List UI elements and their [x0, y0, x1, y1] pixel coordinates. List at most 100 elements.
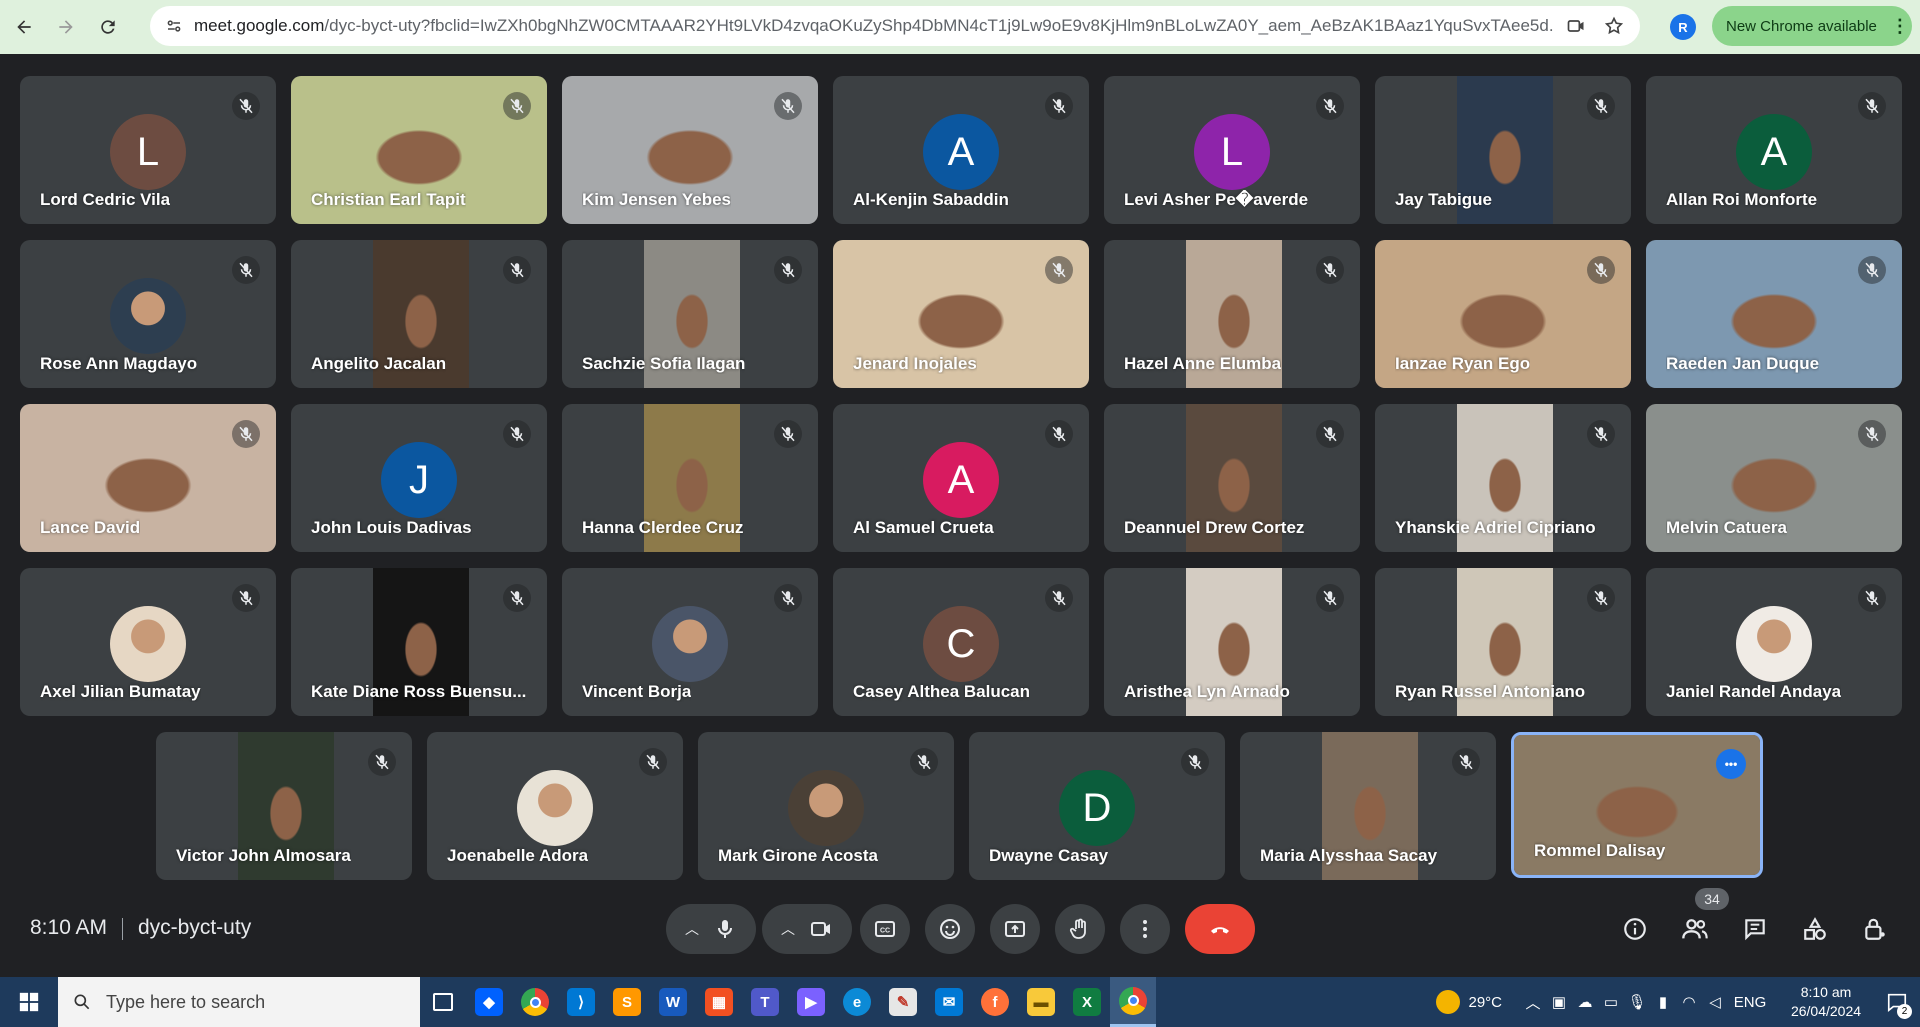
participant-tile[interactable]: Jenard Inojales [833, 240, 1089, 388]
participant-tile[interactable]: Aristhea Lyn Arnado [1104, 568, 1360, 716]
participant-tile[interactable]: Melvin Catuera [1646, 404, 1902, 552]
chevron-up-icon[interactable]: ︿ [685, 919, 699, 939]
videocam-icon[interactable] [809, 917, 833, 941]
reload-icon[interactable] [90, 9, 126, 45]
notification-center[interactable]: 2 [1874, 977, 1920, 1027]
meeting-details-button[interactable] [1610, 904, 1660, 954]
participant-tile[interactable]: A Al-Kenjin Sabaddin [833, 76, 1089, 224]
taskbar-search[interactable]: Type here to search [58, 977, 420, 1027]
battery-icon[interactable]: ▮ [1650, 977, 1676, 1027]
participant-tile[interactable]: Sachzie Sofia Ilagan [562, 240, 818, 388]
participant-tile[interactable]: Axel Jilian Bumatay [20, 568, 276, 716]
site-info-icon[interactable] [158, 10, 190, 42]
participant-tile[interactable]: C Casey Althea Balucan [833, 568, 1089, 716]
participant-tile[interactable]: Yhanskie Adriel Cipriano [1375, 404, 1631, 552]
participant-tile[interactable]: Deannuel Drew Cortez [1104, 404, 1360, 552]
participant-tile[interactable]: Mark Girone Acosta [698, 732, 954, 880]
participant-tile[interactable]: Ianzae Ryan Ego [1375, 240, 1631, 388]
new-chrome-available-button[interactable]: New Chrome available ⋮ [1712, 6, 1912, 46]
people-button[interactable] [1670, 904, 1720, 954]
participant-tile[interactable]: Hazel Anne Elumba [1104, 240, 1360, 388]
weather-sun-icon [1436, 990, 1461, 1014]
chevron-up-icon[interactable]: ︿ [781, 919, 795, 939]
forward-arrow-icon[interactable] [48, 9, 84, 45]
task-view-icon[interactable] [420, 977, 466, 1027]
participant-tile[interactable]: Janiel Randel Andaya [1646, 568, 1902, 716]
screen-icon[interactable]: ▭ [1598, 977, 1624, 1027]
wifi-icon[interactable]: ◠ [1676, 977, 1702, 1027]
captions-button[interactable]: CC [860, 904, 910, 954]
camera-control[interactable]: ︿ [762, 904, 852, 954]
participant-tile[interactable]: Ryan Russel Antoniano [1375, 568, 1631, 716]
more-vert-icon[interactable]: ⋮ [1891, 16, 1909, 37]
participant-tile[interactable]: Raeden Jan Duque [1646, 240, 1902, 388]
participant-tile[interactable]: A Al Samuel Crueta [833, 404, 1089, 552]
firefox-icon[interactable]: f [972, 977, 1018, 1027]
participant-tile[interactable]: L Levi Asher Pe�averde [1104, 76, 1360, 224]
participant-tile[interactable]: J John Louis Dadivas [291, 404, 547, 552]
participant-tile[interactable]: Kim Jensen Yebes [562, 76, 818, 224]
microsoft-store-icon[interactable]: ▦ [696, 977, 742, 1027]
excel-icon[interactable]: X [1064, 977, 1110, 1027]
participant-tile[interactable]: L Lord Cedric Vila [20, 76, 276, 224]
participant-name: Al Samuel Crueta [853, 518, 994, 537]
participant-tile[interactable]: Hanna Clerdee Cruz [562, 404, 818, 552]
copilot-icon[interactable]: ▶ [788, 977, 834, 1027]
chat-button[interactable] [1730, 904, 1780, 954]
host-controls-button[interactable] [1850, 904, 1900, 954]
present-screen-button[interactable] [990, 904, 1040, 954]
participant-tile[interactable]: Rose Ann Magdayo [20, 240, 276, 388]
more-options-icon[interactable]: ••• [1716, 749, 1746, 779]
participant-tile[interactable]: Maria Alysshaa Sacay [1240, 732, 1496, 880]
onedrive-icon[interactable]: ☁ [1572, 977, 1598, 1027]
vscode-icon[interactable]: ⟩ [558, 977, 604, 1027]
sublime-text-icon[interactable]: S [604, 977, 650, 1027]
microphone-control[interactable]: ︿ [666, 904, 756, 954]
edge-icon[interactable]: e [834, 977, 880, 1027]
reactions-button[interactable] [925, 904, 975, 954]
mic-off-icon [1587, 584, 1615, 612]
system-clock[interactable]: 8:10 am 26/04/2024 [1778, 983, 1874, 1021]
microphone-icon[interactable] [713, 917, 737, 941]
chrome-profile-icon[interactable] [1110, 977, 1156, 1027]
teams-icon[interactable]: T [742, 977, 788, 1027]
participant-tile[interactable]: Jay Tabigue [1375, 76, 1631, 224]
word-icon[interactable]: W [650, 977, 696, 1027]
activities-button[interactable] [1790, 904, 1840, 954]
participant-tile[interactable]: D Dwayne Casay [969, 732, 1225, 880]
participant-tile[interactable]: Angelito Jacalan [291, 240, 547, 388]
url-text[interactable]: meet.google.com/dyc-byct-uty?fbclid=IwZX… [194, 16, 1554, 36]
participant-tile[interactable]: ••• Rommel Dalisay [1511, 732, 1763, 878]
participant-tile[interactable]: Joenabelle Adora [427, 732, 683, 880]
more-options-button[interactable] [1120, 904, 1170, 954]
leave-call-button[interactable] [1185, 904, 1255, 954]
chrome-icon[interactable] [512, 977, 558, 1027]
participant-tile[interactable]: Lance David [20, 404, 276, 552]
meet-indicator-icon[interactable]: ▣ [1546, 977, 1572, 1027]
participant-tile[interactable]: Vincent Borja [562, 568, 818, 716]
mail-icon[interactable]: ✉ [926, 977, 972, 1027]
participant-tile[interactable]: Victor John Almosara [156, 732, 412, 880]
mic-off-icon [232, 584, 260, 612]
meeting-code[interactable]: dyc-byct-uty [138, 916, 251, 940]
participant-tile[interactable]: A Allan Roi Monforte [1646, 76, 1902, 224]
participant-name: Jay Tabigue [1395, 190, 1492, 209]
participant-tile[interactable]: Kate Diane Ross Buensu... [291, 568, 547, 716]
language-indicator[interactable]: ENG [1728, 977, 1772, 1027]
bookmark-star-icon[interactable] [1598, 10, 1630, 42]
mic-off-icon [1858, 92, 1886, 120]
paint-icon[interactable]: ✎ [880, 977, 926, 1027]
raise-hand-button[interactable] [1055, 904, 1105, 954]
address-bar[interactable]: meet.google.com/dyc-byct-uty?fbclid=IwZX… [150, 6, 1640, 46]
back-arrow-icon[interactable] [6, 9, 42, 45]
start-button[interactable] [0, 977, 58, 1027]
dropbox-icon[interactable]: ◆ [466, 977, 512, 1027]
file-explorer-icon[interactable]: ▬ [1018, 977, 1064, 1027]
weather-widget[interactable]: 29°C [1436, 990, 1502, 1014]
microphone-icon[interactable]: 🎙︎ [1624, 977, 1650, 1027]
volume-icon[interactable]: ◁ [1702, 977, 1728, 1027]
profile-avatar[interactable]: R [1670, 14, 1696, 40]
chevron-up-icon[interactable]: ︿ [1520, 977, 1546, 1027]
camera-in-use-icon[interactable] [1560, 10, 1592, 42]
participant-tile[interactable]: Christian Earl Tapit [291, 76, 547, 224]
